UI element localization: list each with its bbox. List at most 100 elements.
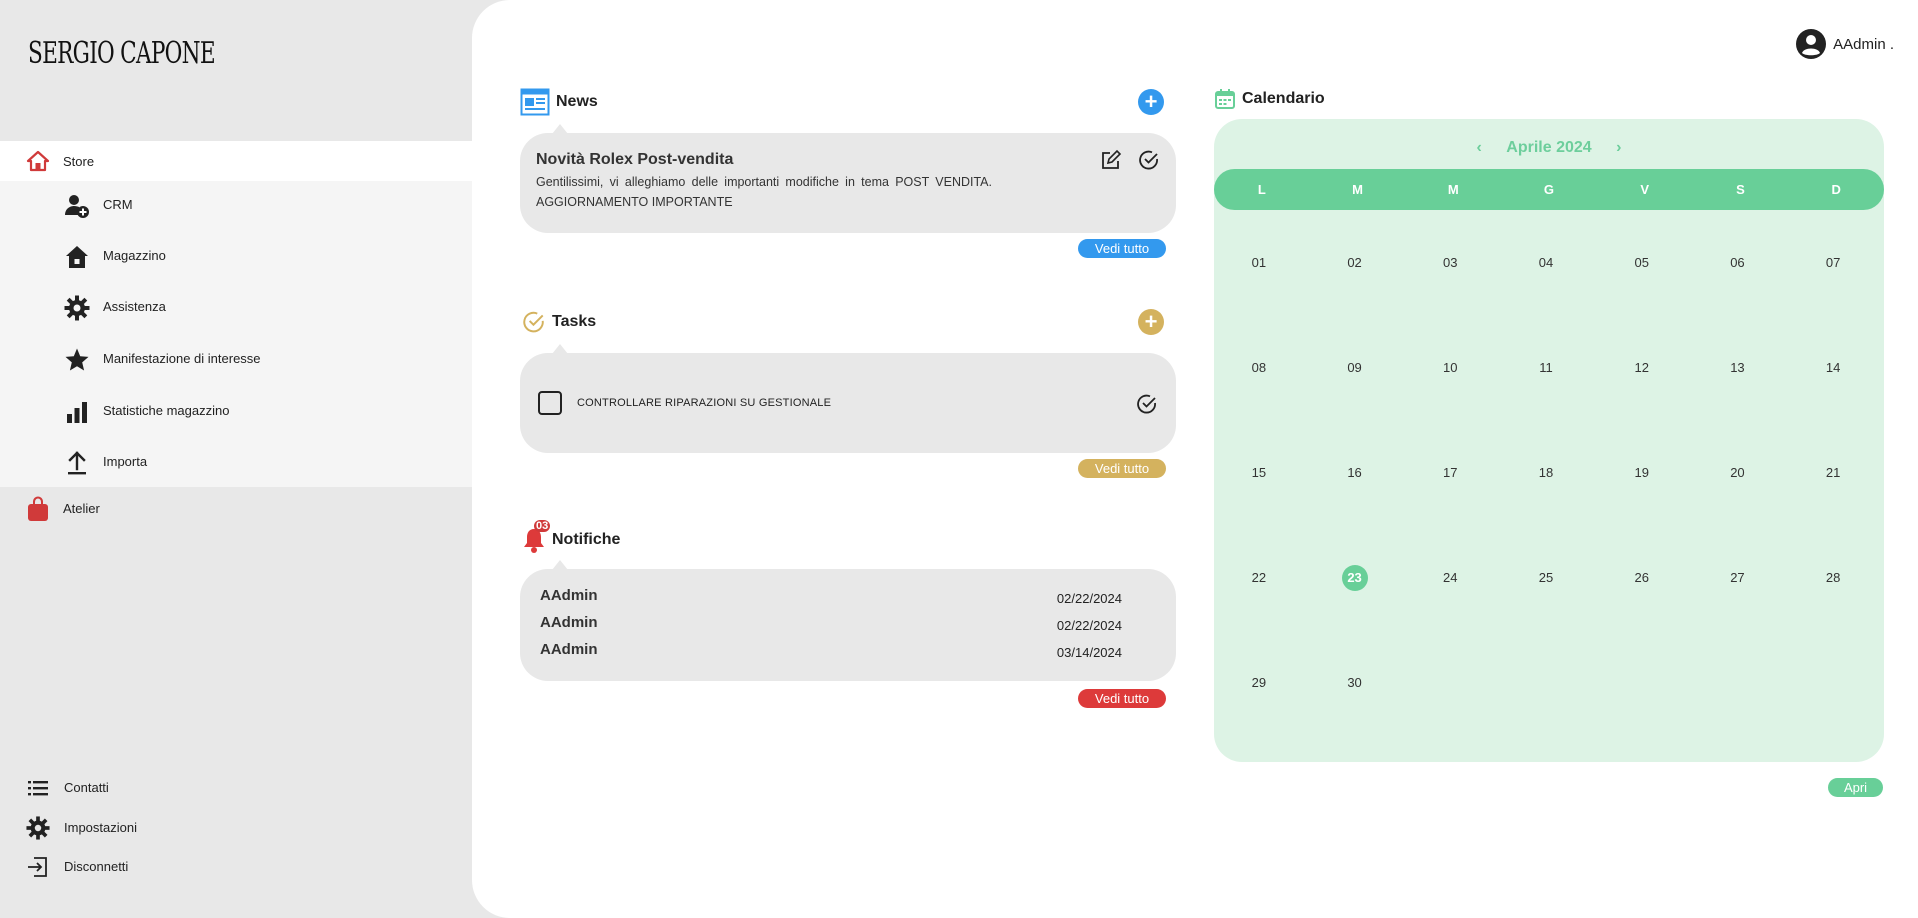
task-checkbox[interactable]: [538, 391, 562, 415]
calendar-panel: ‹ Aprile 2024 › L M M G V S D 01 02 03 04 05 06 07 08…: [1214, 119, 1884, 762]
add-news-button[interactable]: +: [1138, 89, 1164, 115]
sidebar-item-label: Assistenza: [103, 299, 166, 314]
calendar-icon: [1215, 89, 1235, 109]
calendar-day-today[interactable]: 23: [1310, 565, 1406, 670]
notifications-see-all-button[interactable]: Vedi tutto: [1078, 689, 1166, 708]
calendar-day[interactable]: 11: [1501, 355, 1597, 460]
task-complete-icon[interactable]: [1136, 393, 1158, 415]
calendar-day[interactable]: 26: [1597, 565, 1693, 670]
notification-row[interactable]: AAdmin 02/22/2024: [540, 614, 1144, 636]
calendar-day[interactable]: 16: [1310, 460, 1406, 565]
notifications-title: Notifiche: [552, 531, 621, 548]
sidebar-item-manifestazione[interactable]: Manifestazione di interesse: [0, 339, 472, 379]
calendar-day[interactable]: 30: [1310, 670, 1406, 775]
calendar-day[interactable]: 21: [1788, 460, 1884, 565]
calendar-day[interactable]: 09: [1310, 355, 1406, 460]
prev-month-chevron-icon[interactable]: ‹: [1477, 139, 1482, 156]
calendar-day[interactable]: 18: [1501, 460, 1597, 565]
user-avatar-icon: [1796, 29, 1827, 59]
tasks-see-all-button[interactable]: Vedi tutto: [1078, 459, 1166, 478]
sidebar-item-label: Impostazioni: [64, 820, 137, 835]
next-month-chevron-icon[interactable]: ›: [1616, 139, 1621, 156]
news-header: News: [520, 88, 598, 116]
calendar-day[interactable]: 05: [1597, 250, 1693, 355]
sidebar-item-label: Statistiche magazzino: [103, 403, 230, 418]
calendar-day-number: 06: [1730, 255, 1745, 270]
calendar-day[interactable]: 03: [1405, 250, 1501, 355]
newspaper-icon: [520, 88, 550, 116]
user-menu[interactable]: AAdmin .: [1795, 28, 1894, 60]
calendar-day[interactable]: 14: [1788, 355, 1884, 460]
calendar-day[interactable]: 24: [1405, 565, 1501, 670]
calendar-day[interactable]: 19: [1597, 460, 1693, 565]
warehouse-icon: [66, 246, 88, 268]
calendar-header: Calendario: [1214, 88, 1325, 110]
calendar-day[interactable]: 01: [1214, 250, 1310, 355]
sidebar-item-contatti[interactable]: Contatti: [0, 769, 472, 805]
notification-row[interactable]: AAdmin 03/14/2024: [540, 641, 1144, 663]
add-task-button[interactable]: +: [1138, 309, 1164, 335]
calendar-weekdays: LMMGVSD: [1214, 169, 1884, 210]
sidebar-item-store[interactable]: Store: [0, 141, 472, 181]
calendar-open-button[interactable]: Apri: [1828, 778, 1883, 797]
notifications-header: 03 Notifiche: [522, 520, 621, 554]
calendar-day-number: 19: [1634, 465, 1649, 480]
sidebar-item-label: Manifestazione di interesse: [103, 351, 261, 366]
calendar-day[interactable]: 20: [1693, 460, 1789, 565]
sidebar-item-crm[interactable]: CRM: [0, 185, 472, 225]
calendar-day[interactable]: 06: [1693, 250, 1789, 355]
calendar-day[interactable]: 08: [1214, 355, 1310, 460]
sidebar-item-assistenza[interactable]: Assistenza: [0, 287, 472, 327]
store-submenu: CRM Magazzino Assistenza Manifestazione …: [0, 181, 472, 487]
calendar-day-number: 03: [1443, 255, 1458, 270]
bar-chart-icon: [67, 402, 87, 423]
calendar-day[interactable]: 02: [1310, 250, 1406, 355]
notification-row[interactable]: AAdmin 02/22/2024: [540, 587, 1144, 609]
gear-icon: [26, 816, 50, 840]
news-card[interactable]: Novità Rolex Post-vendita Gentilissimi, …: [520, 133, 1176, 233]
sidebar-item-disconnetti[interactable]: Disconnetti: [0, 848, 472, 884]
sidebar-item-magazzino[interactable]: Magazzino: [0, 236, 472, 276]
news-title: News: [556, 93, 598, 110]
brand-logo[interactable]: SERGIO CAPONE: [28, 36, 216, 71]
sidebar-item-label: Disconnetti: [64, 859, 129, 874]
sidebar-item-atelier[interactable]: Atelier: [0, 492, 472, 526]
calendar-day-number: 16: [1347, 465, 1362, 480]
calendar-day[interactable]: 22: [1214, 565, 1310, 670]
notification-date: 02/22/2024: [1056, 618, 1122, 633]
calendar-day[interactable]: 15: [1214, 460, 1310, 565]
notification-author: AAdmin: [540, 641, 598, 658]
calendar-day-number: 13: [1730, 360, 1745, 375]
edit-icon[interactable]: [1100, 149, 1122, 171]
calendar-day-number: 26: [1634, 570, 1649, 585]
calendar-day[interactable]: 04: [1501, 250, 1597, 355]
notification-date: 03/14/2024: [1056, 645, 1122, 660]
calendar-day[interactable]: 10: [1405, 355, 1501, 460]
calendar-day[interactable]: 17: [1405, 460, 1501, 565]
news-item-body: Gentilissimi, vi alleghiamo delle import…: [536, 175, 992, 209]
calendar-day-number: 28: [1825, 570, 1841, 585]
sidebar-item-label: Importa: [103, 454, 148, 469]
sidebar-item-importa[interactable]: Importa: [0, 442, 472, 482]
notifications-card: AAdmin 02/22/2024 AAdmin 02/22/2024 AAdm…: [520, 569, 1176, 681]
calendar-day[interactable]: 13: [1693, 355, 1789, 460]
calendar-day[interactable]: 28: [1788, 565, 1884, 670]
sidebar-item-impostazioni[interactable]: Impostazioni: [0, 809, 472, 845]
tasks-header: Tasks: [522, 310, 596, 334]
notification-count-badge: 03: [534, 520, 551, 532]
calendar-day[interactable]: 29: [1214, 670, 1310, 775]
calendar-day-number: 11: [1539, 360, 1553, 375]
news-see-all-button[interactable]: Vedi tutto: [1078, 239, 1166, 258]
calendar-day-number: 05: [1634, 255, 1649, 270]
calendar-day[interactable]: 07: [1788, 250, 1884, 355]
sidebar-item-statistiche[interactable]: Statistiche magazzino: [0, 391, 472, 431]
calendar-day[interactable]: 25: [1501, 565, 1597, 670]
check-circle-icon[interactable]: [1138, 149, 1160, 171]
calendar-day[interactable]: 12: [1597, 355, 1693, 460]
weekday-label: M: [1352, 182, 1363, 197]
calendar-day-number: 23: [1341, 565, 1368, 591]
calendar-day-number: 20: [1730, 465, 1745, 480]
calendar-day-number: 30: [1347, 675, 1362, 690]
calendar-day[interactable]: 27: [1693, 565, 1789, 670]
news-item-title: Novità Rolex Post-vendita: [536, 151, 734, 168]
